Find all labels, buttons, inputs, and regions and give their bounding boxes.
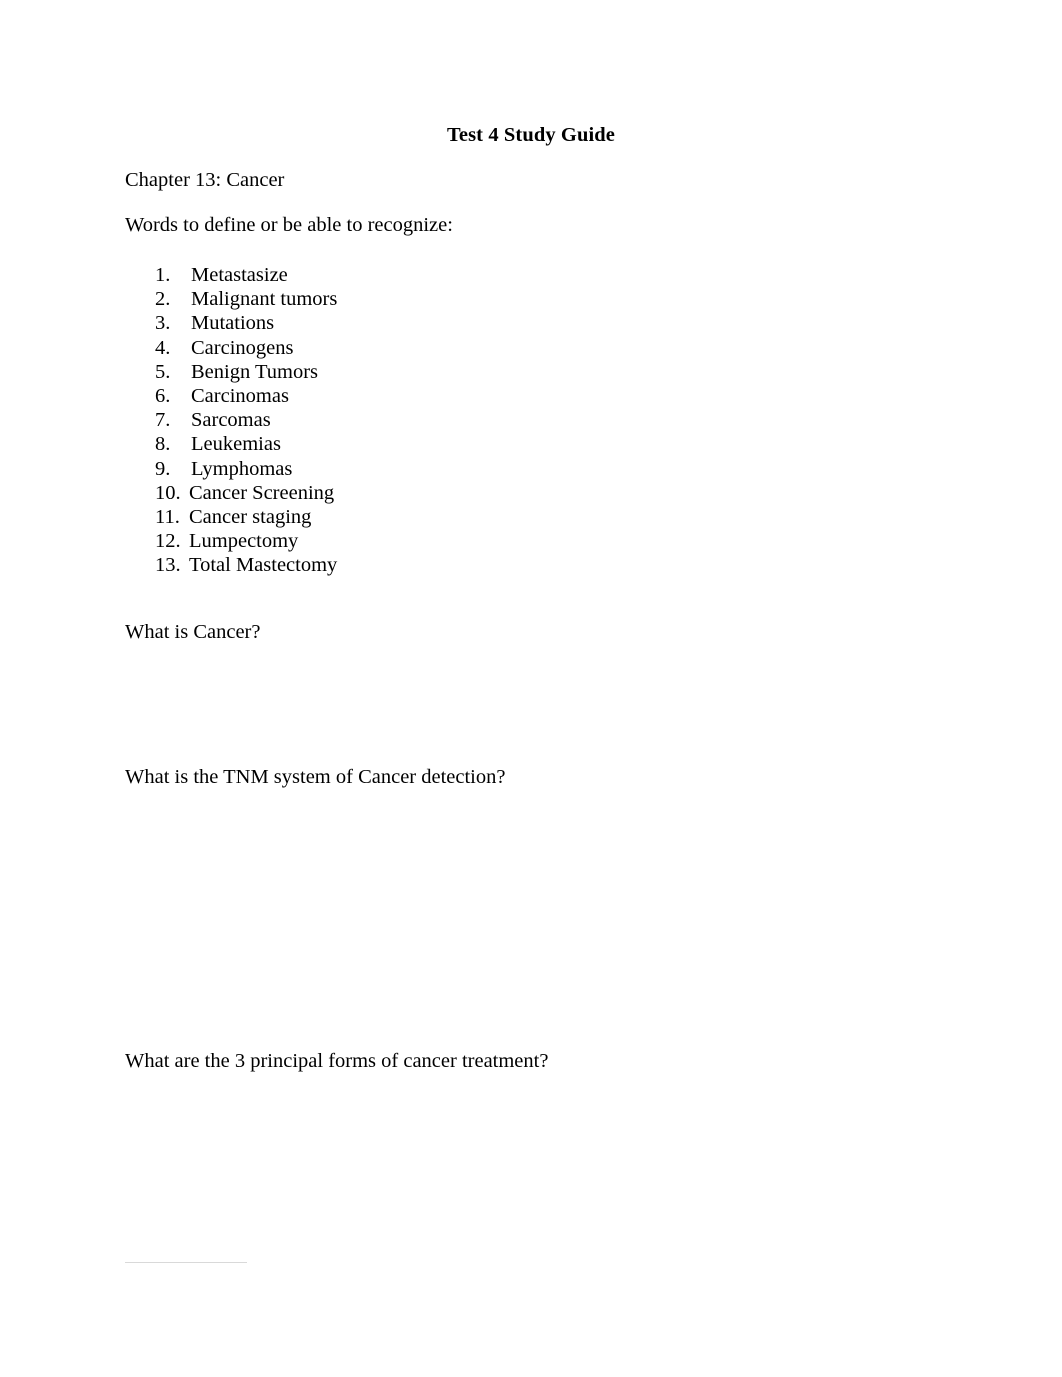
list-item: 1. Metastasize [155,263,337,287]
list-item-label: Sarcomas [191,409,271,432]
list-item: 6. Carcinomas [155,384,337,408]
list-item-number: 3. [155,312,171,335]
list-item-number: 4. [155,336,171,359]
list-item: 7. Sarcomas [155,408,337,432]
list-item-number: 1. [155,264,171,286]
list-item-number: 9. [155,457,171,480]
document-page: Test 4 Study Guide Chapter 13: Cancer Wo… [0,0,1062,1377]
list-item-label: Metastasize [191,264,288,286]
list-item-number: 5. [155,360,171,383]
list-item-number: 8. [155,433,171,456]
list-item: 8. Leukemias [155,432,337,456]
list-item-number: 6. [155,384,171,407]
list-item-label: Leukemias [191,433,281,456]
list-item-label: Cancer Screening [189,481,335,504]
list-item: 4. Carcinogens [155,336,337,360]
list-item-number: 13. [155,554,181,577]
list-item-label: Lymphomas [191,457,293,480]
terms-list: 1. Metastasize 2. Malignant tumors 3. Mutat… [155,263,337,577]
list-item-label: Benign Tumors [191,360,319,383]
list-item: 12. Lumpectomy [155,529,337,553]
list-item-label: Mutations [191,312,275,335]
list-item: 5. Benign Tumors [155,360,337,384]
list-item-label: Cancer staging [189,505,312,528]
list-item: 13. Total Mastectomy [155,553,337,577]
question-what-is-cancer: What is Cancer? [125,621,261,643]
question-tnm-system: What is the TNM system of Cancer detecti… [125,766,506,788]
page-title: Test 4 Study Guide [447,124,615,146]
chapter-heading: Chapter 13: Cancer [125,169,285,191]
list-item-label: Total Mastectomy [189,554,338,577]
list-item-label: Lumpectomy [189,530,299,553]
list-item: 9. Lymphomas [155,457,337,481]
list-item: 2. Malignant tumors [155,287,337,311]
list-item: 10. Cancer Screening [155,481,337,505]
list-item-label: Malignant tumors [191,288,338,311]
list-item-number: 7. [155,409,171,432]
instruction-text: Words to define or be able to recognize: [125,214,453,236]
list-item-number: 11. [155,505,180,528]
list-item-number: 10. [155,481,181,504]
list-item: 11. Cancer staging [155,505,337,529]
question-cancer-treatment-forms: What are the 3 principal forms of cancer… [125,1050,549,1072]
list-item-number: 12. [155,530,181,553]
list-item-label: Carcinomas [191,384,289,407]
list-item: 3. Mutations [155,311,337,335]
footer-divider [125,1262,247,1263]
list-item-number: 2. [155,288,171,311]
list-item-label: Carcinogens [191,336,294,359]
